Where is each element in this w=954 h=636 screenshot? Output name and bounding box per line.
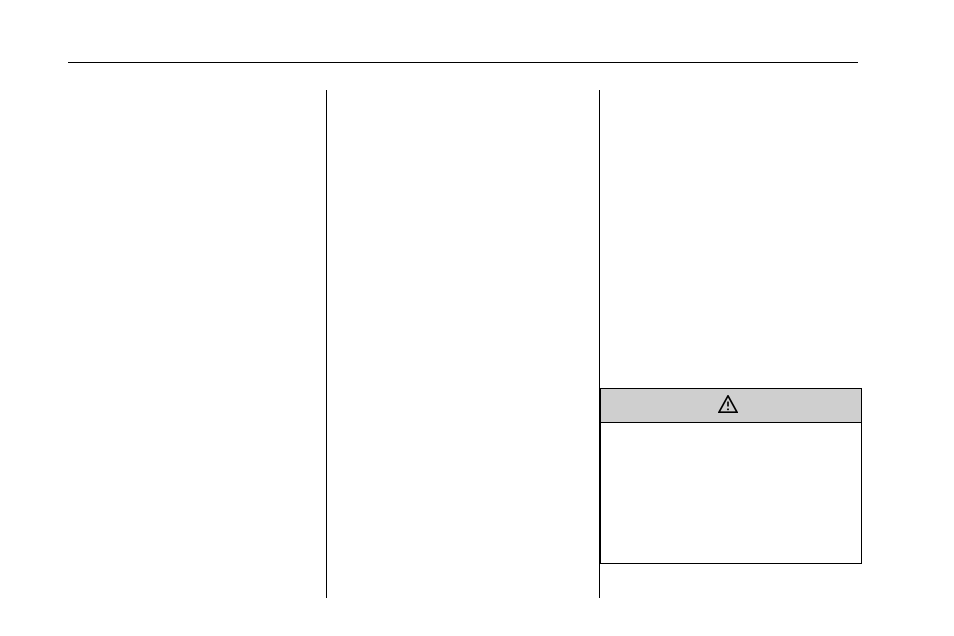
column-2	[326, 90, 585, 598]
column-1	[68, 90, 312, 598]
caution-body-text	[601, 423, 861, 563]
column-3	[599, 90, 858, 598]
caution-header	[601, 389, 861, 423]
warning-triangle-icon	[718, 395, 738, 416]
caution-box	[600, 388, 862, 564]
columns-container	[68, 90, 858, 598]
horizontal-rule	[68, 62, 858, 63]
